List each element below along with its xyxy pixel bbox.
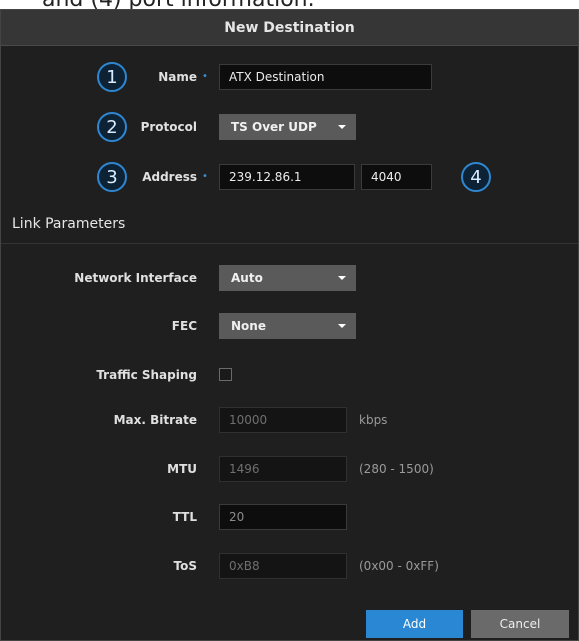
max-bitrate-input[interactable]: 10000 (219, 407, 347, 433)
dialog-title: New Destination (224, 19, 355, 36)
chevron-down-icon (338, 324, 346, 328)
max-bitrate-unit: kbps (359, 413, 388, 427)
address-row: Address • 239.12.86.1 4040 (1, 164, 578, 190)
chevron-down-icon (338, 276, 346, 280)
traffic-shaping-checkbox[interactable] (219, 368, 232, 381)
traffic-shaping-row: Traffic Shaping (1, 362, 578, 388)
max-bitrate-row: Max. Bitrate 10000 kbps (1, 407, 578, 433)
protocol-label: Protocol (140, 120, 197, 134)
required-indicator: • (202, 71, 208, 82)
network-interface-select[interactable]: Auto (219, 265, 356, 291)
section-divider (1, 243, 578, 244)
network-interface-row: Network Interface Auto (1, 265, 578, 291)
traffic-shaping-label: Traffic Shaping (96, 368, 197, 382)
fec-label: FEC (171, 319, 197, 333)
name-row: Name • ATX Destination (1, 64, 578, 90)
max-bitrate-label: Max. Bitrate (113, 413, 197, 427)
document-caption: and (4) port information. (0, 0, 579, 9)
name-input[interactable]: ATX Destination (219, 64, 432, 90)
tos-row: ToS 0xB8 (0x00 - 0xFF) (1, 553, 578, 579)
name-label: Name (158, 70, 197, 84)
section-heading: Link Parameters (12, 216, 126, 232)
mtu-range-hint: (280 - 1500) (359, 462, 434, 476)
chevron-down-icon (338, 125, 346, 129)
protocol-selected-value: TS Over UDP (231, 120, 317, 134)
mtu-input[interactable]: 1496 (219, 456, 347, 482)
cancel-button[interactable]: Cancel (471, 610, 569, 638)
ttl-input[interactable]: 20 (219, 504, 347, 530)
tos-input[interactable]: 0xB8 (219, 553, 347, 579)
address-port-input[interactable]: 4040 (361, 164, 432, 190)
protocol-select[interactable]: TS Over UDP (219, 114, 356, 140)
mtu-row: MTU 1496 (280 - 1500) (1, 456, 578, 482)
add-button[interactable]: Add (366, 610, 463, 638)
network-interface-label: Network Interface (74, 271, 197, 285)
fec-selected-value: None (231, 319, 266, 333)
mtu-label: MTU (167, 462, 197, 476)
new-destination-dialog: New Destination 1 Name • ATX Destination… (0, 9, 579, 641)
fec-row: FEC None (1, 313, 578, 339)
address-ip-input[interactable]: 239.12.86.1 (219, 164, 355, 190)
ttl-row: TTL 20 (1, 504, 578, 530)
required-indicator: • (202, 171, 208, 182)
fec-select[interactable]: None (219, 313, 356, 339)
network-interface-selected-value: Auto (231, 271, 263, 285)
ttl-label: TTL (172, 510, 197, 524)
address-label: Address (142, 170, 197, 184)
tos-range-hint: (0x00 - 0xFF) (359, 559, 439, 573)
tos-label: ToS (173, 559, 197, 573)
protocol-row: Protocol TS Over UDP (1, 114, 578, 140)
dialog-header: New Destination (1, 10, 578, 46)
